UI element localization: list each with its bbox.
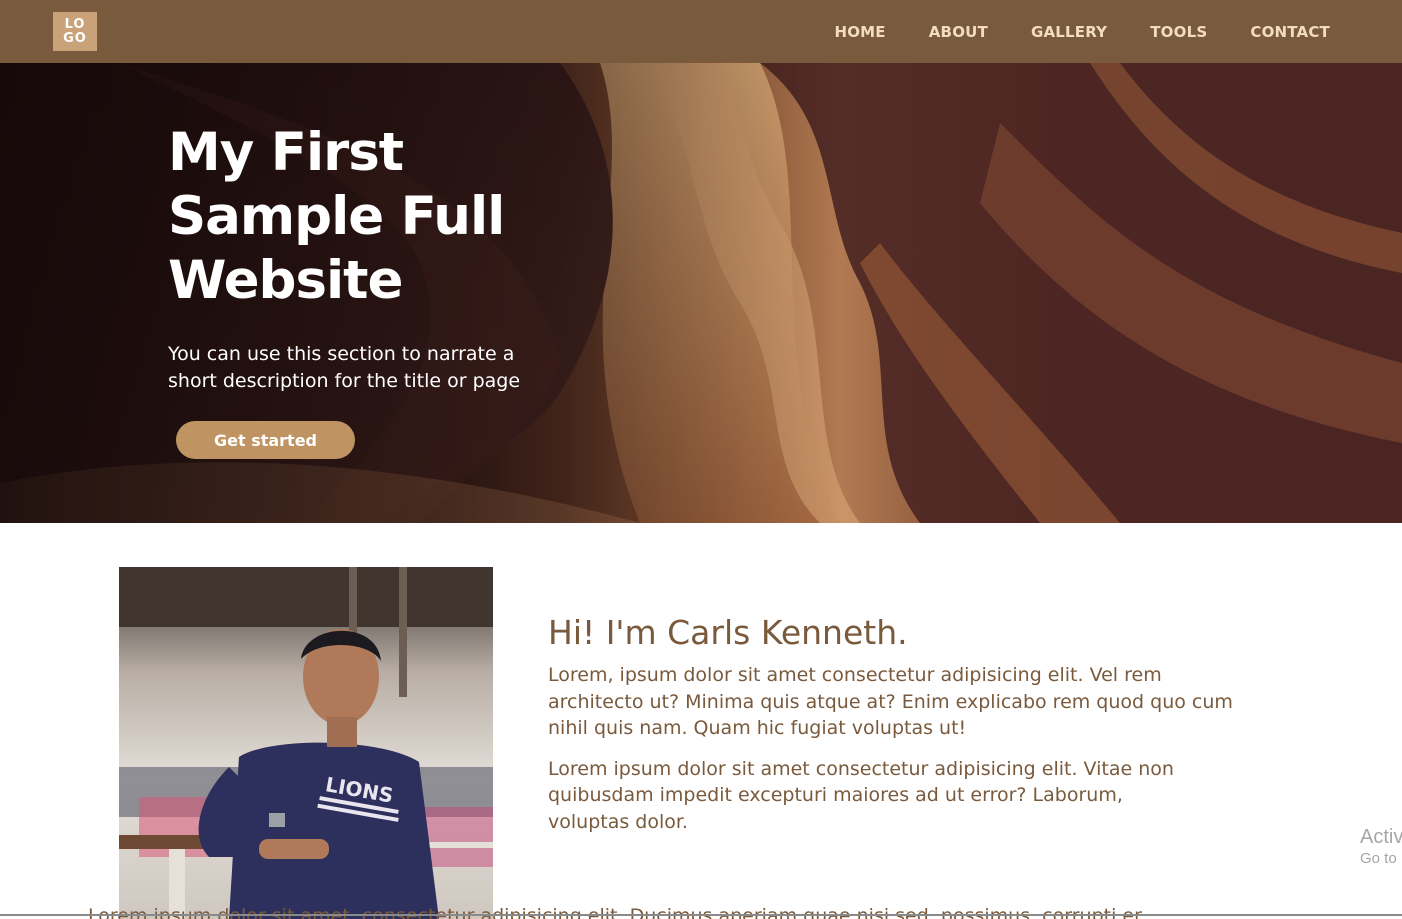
nav-link-about[interactable]: ABOUT (929, 23, 988, 41)
nav-links: HOME ABOUT GALLERY TOOLS CONTACT (834, 0, 1330, 63)
nav-link-home[interactable]: HOME (834, 23, 885, 41)
watermark-line-1: Activ (1360, 826, 1402, 848)
page: LO GO HOME ABOUT GALLERY TOOLS CONTACT M… (0, 0, 1402, 919)
hero-content: My First Sample Full Website You can use… (168, 121, 588, 395)
about-text: Hi! I'm Carls Kenneth. Lorem, ipsum dolo… (548, 612, 1248, 835)
window-bottom-border (0, 914, 1402, 916)
next-section-text: Lorem ipsum dolor sit amet, consectetur … (88, 905, 1142, 919)
navbar: LO GO HOME ABOUT GALLERY TOOLS CONTACT (0, 0, 1402, 63)
logo-line-1: LO (64, 16, 86, 32)
hero-title: My First Sample Full Website (168, 122, 505, 311)
about-paragraph-2: Lorem ipsum dolor sit amet consectetur a… (548, 757, 1174, 833)
hero-section: My First Sample Full Website You can use… (0, 63, 1402, 523)
logo[interactable]: LO GO (53, 12, 97, 51)
nav-link-contact[interactable]: CONTACT (1250, 23, 1330, 41)
nav-link-gallery[interactable]: GALLERY (1031, 23, 1107, 41)
about-paragraph-1: Lorem, ipsum dolor sit amet consectetur … (548, 664, 1233, 739)
profile-photo-image: LIONS (119, 567, 493, 919)
activation-watermark: Activ Go to (1360, 825, 1402, 869)
get-started-button[interactable]: Get started (176, 421, 355, 459)
profile-photo: LIONS (119, 567, 493, 919)
nav-link-tools[interactable]: TOOLS (1150, 23, 1207, 41)
watermark-line-2: Go to (1360, 850, 1397, 867)
about-heading: Hi! I'm Carls Kenneth. (548, 613, 908, 652)
logo-line-2: GO (63, 30, 87, 46)
hero-description: You can use this section to narrate a sh… (168, 343, 521, 392)
